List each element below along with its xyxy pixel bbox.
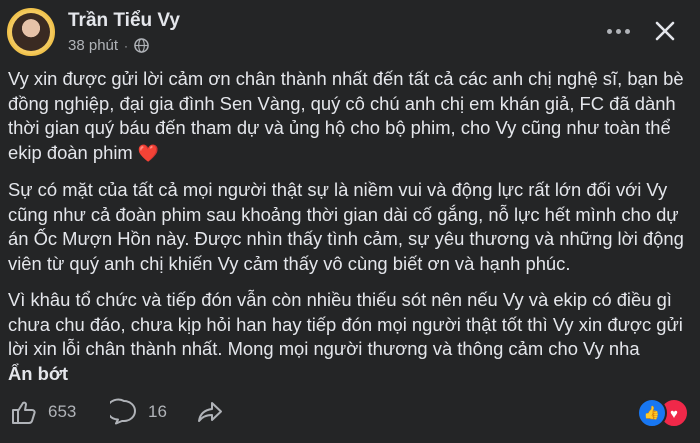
thumbs-up-icon <box>12 401 36 424</box>
more-options-icon[interactable] <box>603 21 633 41</box>
avatar[interactable] <box>7 8 55 56</box>
post-paragraph-2: Sự có mặt của tất cả mọi người thật sự l… <box>8 179 684 274</box>
comment-count: 16 <box>148 402 167 421</box>
post-meta: 38 phút · <box>68 37 149 54</box>
heart-emoji-icon: ❤️ <box>137 143 160 163</box>
action-bar: 653 16 👍 ♥ <box>0 390 700 435</box>
close-icon[interactable] <box>651 17 679 45</box>
comment-button[interactable]: 16 <box>110 398 167 426</box>
see-less-link[interactable]: Ẩn bớt <box>8 362 688 387</box>
share-icon <box>198 402 222 422</box>
post-paragraph-1: Vy xin được gửi lời cảm ơn chân thành nh… <box>8 68 684 163</box>
like-count: 653 <box>48 402 77 421</box>
post-time[interactable]: 38 phút <box>68 37 118 54</box>
author-name[interactable]: Trần Tiểu Vy <box>68 10 180 32</box>
post-paragraph-3: Vì khâu tổ chức và tiếp đón vẫn còn nhiề… <box>8 289 683 359</box>
post-header: Trần Tiểu Vy 38 phút · <box>0 0 700 62</box>
share-button[interactable] <box>196 398 224 426</box>
comment-icon <box>110 398 136 425</box>
like-button[interactable]: 653 <box>10 398 76 426</box>
reaction-summary[interactable]: 👍 ♥ <box>637 398 689 428</box>
meta-separator: · <box>124 38 129 53</box>
like-reaction-icon: 👍 <box>637 398 667 428</box>
globe-icon[interactable] <box>134 38 149 53</box>
post-body: Vy xin được gửi lời cảm ơn chân thành nh… <box>8 67 688 398</box>
